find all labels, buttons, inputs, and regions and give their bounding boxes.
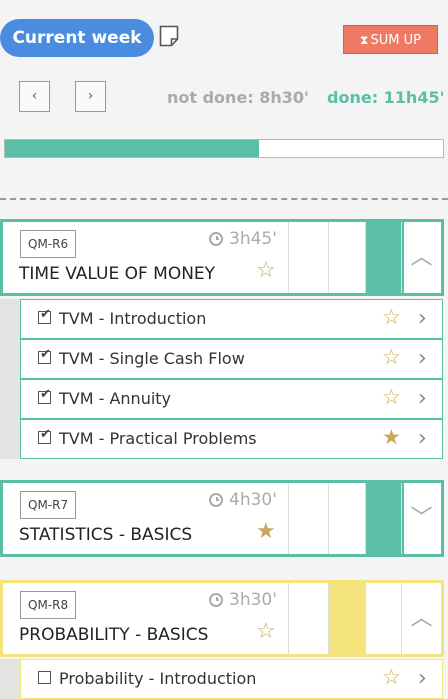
- module-title: TIME VALUE OF MONEY: [19, 264, 216, 284]
- chevron-right-icon[interactable]: ›: [418, 346, 427, 371]
- day-column[interactable]: [365, 583, 404, 654]
- sub-item-rail: [0, 299, 20, 459]
- checkbox[interactable]: ✔: [38, 347, 51, 364]
- list-item[interactable]: ✔ TVM - Single Cash Flow ☆ ›: [20, 339, 443, 379]
- day-column[interactable]: [328, 222, 365, 293]
- chevron-up-icon[interactable]: ︿: [401, 222, 441, 293]
- module-code: QM-R7: [20, 491, 77, 519]
- sum-up-button[interactable]: ⧗ SUM UP: [343, 25, 438, 54]
- progress-fill: [5, 140, 260, 157]
- prev-week-button[interactable]: ‹: [19, 81, 50, 112]
- star-icon[interactable]: ☆: [382, 385, 401, 409]
- day-column-filled[interactable]: [365, 483, 404, 554]
- day-column[interactable]: [288, 583, 328, 654]
- module-duration: 3h45': [209, 229, 277, 249]
- star-icon[interactable]: ☆: [382, 345, 401, 369]
- module-title: STATISTICS - BASICS: [19, 525, 193, 545]
- duration-value: 3h30': [229, 590, 277, 610]
- duration-value: 3h45': [229, 229, 277, 249]
- day-column[interactable]: [288, 483, 328, 554]
- module-card[interactable]: QM-R8 PROBABILITY - BASICS 3h30' ☆ ︿: [0, 580, 444, 657]
- day-column[interactable]: [288, 222, 328, 293]
- sum-up-label: SUM UP: [370, 33, 421, 48]
- clock-icon: [209, 232, 223, 246]
- item-label: TVM - Practical Problems: [59, 429, 257, 448]
- star-icon[interactable]: ☆: [382, 665, 401, 689]
- list-item[interactable]: ✔ TVM - Introduction ☆ ›: [20, 299, 443, 339]
- star-icon[interactable]: ☆: [382, 305, 401, 329]
- current-week-button[interactable]: Current week: [0, 19, 154, 57]
- module-code: QM-R8: [20, 591, 77, 619]
- hourglass-icon: ⧗: [360, 33, 369, 47]
- done-total: done: 11h45': [327, 88, 445, 107]
- note-icon[interactable]: [159, 25, 179, 47]
- module-title: PROBABILITY - BASICS: [19, 625, 209, 645]
- item-label: TVM - Annuity: [59, 389, 172, 408]
- list-item[interactable]: ✔ TVM - Annuity ☆ ›: [20, 379, 443, 419]
- star-filled-icon[interactable]: ★: [382, 425, 401, 449]
- check-icon: ✔: [40, 347, 51, 362]
- check-icon: ✔: [40, 307, 51, 322]
- day-column[interactable]: [328, 483, 365, 554]
- module-duration: 4h30': [209, 490, 277, 510]
- chevron-right-icon[interactable]: ›: [418, 386, 427, 411]
- day-column-filled[interactable]: [328, 583, 365, 654]
- module-code: QM-R6: [20, 230, 77, 258]
- check-icon: ✔: [40, 427, 51, 442]
- chevron-down-icon[interactable]: ﹀: [401, 483, 441, 554]
- not-done-total: not done: 8h30': [167, 88, 309, 107]
- list-item[interactable]: Probability - Introduction ☆ ›: [20, 659, 443, 699]
- clock-icon: [209, 493, 223, 507]
- star-icon[interactable]: ☆: [256, 258, 276, 283]
- clock-icon: [209, 593, 223, 607]
- sub-item-rail: [0, 659, 20, 699]
- checkbox[interactable]: ✔: [38, 307, 51, 324]
- checkbox[interactable]: [38, 671, 51, 684]
- duration-value: 4h30': [229, 490, 277, 510]
- day-column-filled[interactable]: [365, 222, 404, 293]
- progress-bar: [4, 139, 444, 158]
- item-label: TVM - Introduction: [59, 309, 207, 328]
- chevron-right-icon[interactable]: ›: [418, 426, 427, 451]
- module-card[interactable]: QM-R6 TIME VALUE OF MONEY 3h45' ☆ ︿: [0, 219, 444, 296]
- item-label: TVM - Single Cash Flow: [59, 349, 245, 368]
- star-icon[interactable]: ☆: [256, 619, 276, 644]
- item-label: Probability - Introduction: [59, 669, 257, 688]
- star-filled-icon[interactable]: ★: [256, 519, 276, 544]
- chevron-right-icon[interactable]: ›: [418, 306, 427, 331]
- next-week-button[interactable]: ›: [75, 81, 106, 112]
- list-item[interactable]: ✔ TVM - Practical Problems ★ ›: [20, 419, 443, 459]
- checkbox[interactable]: ✔: [38, 427, 51, 444]
- chevron-right-icon[interactable]: ›: [418, 666, 427, 691]
- divider: [0, 198, 448, 200]
- module-duration: 3h30': [209, 590, 277, 610]
- check-icon: ✔: [40, 387, 51, 402]
- module-card[interactable]: QM-R7 STATISTICS - BASICS 4h30' ★ ﹀: [0, 480, 444, 557]
- checkbox[interactable]: ✔: [38, 387, 51, 404]
- chevron-up-icon[interactable]: ︿: [401, 583, 441, 654]
